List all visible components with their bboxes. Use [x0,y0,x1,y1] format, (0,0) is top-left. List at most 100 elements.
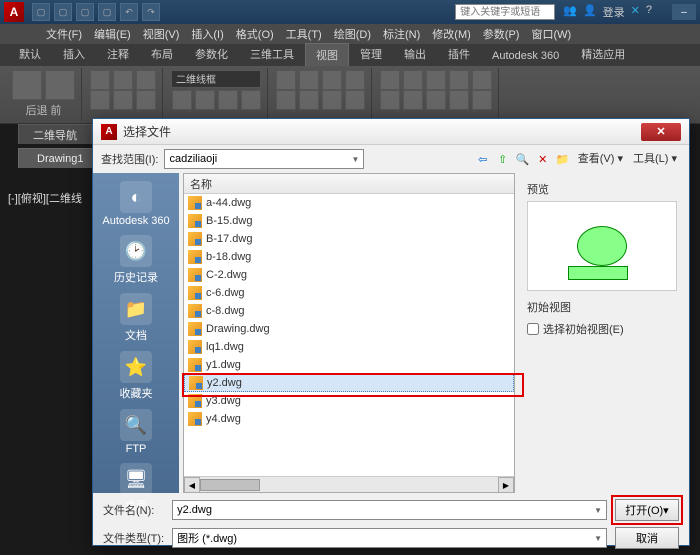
menu-window[interactable]: 窗口(W) [525,26,577,42]
menu-file[interactable]: 文件(F) [40,26,88,42]
file-row[interactable]: y4.dwg [184,410,514,428]
tab-3dtools[interactable]: 三维工具 [239,42,305,66]
file-row[interactable]: lq1.dwg [184,338,514,356]
view-icon[interactable] [136,90,156,110]
file-row[interactable]: Drawing.dwg [184,320,514,338]
vp-icon[interactable] [345,70,365,90]
print-icon[interactable]: ▢ [98,3,116,21]
pal-icon[interactable] [403,70,423,90]
newfolder-icon[interactable]: 📁 [554,150,572,168]
file-row[interactable]: B-17.dwg [184,230,514,248]
scroll-left-icon[interactable]: ◀ [184,477,200,493]
filename-input[interactable]: y2.dwg [172,500,607,520]
menu-draw[interactable]: 绘图(D) [328,26,377,42]
vp-icon[interactable] [322,90,342,110]
tab-output[interactable]: 输出 [393,42,437,66]
cancel-button[interactable]: 取消 [615,527,679,549]
tab-plugins[interactable]: 插件 [437,42,481,66]
pal-icon[interactable] [426,70,446,90]
view-menu[interactable]: 查看(V) ▾ [574,150,627,168]
open-icon[interactable]: ▢ [54,3,72,21]
login-label[interactable]: 登录 [603,4,625,20]
menu-tools[interactable]: 工具(T) [280,26,328,42]
view-icon[interactable] [113,70,133,90]
scroll-thumb[interactable] [200,479,260,491]
file-row[interactable]: B-15.dwg [184,212,514,230]
filetype-combo[interactable]: 图形 (*.dwg) [172,528,607,548]
open-button[interactable]: 打开(O) ▾ [615,499,679,521]
place-item[interactable]: 🕑历史记录 [114,235,158,285]
style-icon[interactable] [195,90,215,110]
vp-icon[interactable] [345,90,365,110]
user-icon[interactable]: 👤 [583,4,597,20]
document-tab[interactable]: Drawing1 [18,148,102,170]
app-logo[interactable]: A [4,2,24,22]
file-row[interactable]: C-2.dwg [184,266,514,284]
pal-icon[interactable] [472,90,492,110]
view-icon[interactable] [90,70,110,90]
tab-annotate[interactable]: 注释 [96,42,140,66]
vp-icon[interactable] [299,70,319,90]
exchange-icon[interactable]: ✕ [631,4,640,20]
tools-menu[interactable]: 工具(L) ▾ [629,150,681,168]
view-icon[interactable] [136,70,156,90]
close-button[interactable]: ✕ [641,123,681,141]
vp-icon[interactable] [276,70,296,90]
nav-back-icon[interactable] [12,70,42,100]
file-row[interactable]: a-44.dwg [184,194,514,212]
view-icon[interactable] [113,90,133,110]
select-initial-view-checkbox[interactable]: 选择初始视图(E) [527,321,681,337]
tab-a360[interactable]: Autodesk 360 [481,46,570,66]
checkbox[interactable] [527,323,539,335]
vp-icon[interactable] [322,70,342,90]
file-row[interactable]: c-8.dwg [184,302,514,320]
style-icon[interactable] [241,90,261,110]
file-row[interactable]: b-18.dwg [184,248,514,266]
dialog-titlebar[interactable]: A 选择文件 ✕ [93,119,689,145]
visual-style-combo[interactable]: 二维线框 [171,70,261,88]
pal-icon[interactable] [449,70,469,90]
style-icon[interactable] [218,90,238,110]
tab-view[interactable]: 视图 [305,43,349,66]
file-row[interactable]: y1.dwg [184,356,514,374]
search-input[interactable] [455,4,555,20]
delete-icon[interactable]: ✕ [534,150,552,168]
pal-icon[interactable] [380,90,400,110]
up-icon[interactable]: ⇧ [494,150,512,168]
tab-featured[interactable]: 精选应用 [570,42,636,66]
place-item[interactable]: ◐Autodesk 360 [102,181,169,227]
menu-edit[interactable]: 编辑(E) [88,26,137,42]
view-icon[interactable] [90,90,110,110]
pal-icon[interactable] [403,90,423,110]
menu-param[interactable]: 参数(P) [477,26,526,42]
new-icon[interactable]: ▢ [32,3,50,21]
tab-layout[interactable]: 布局 [140,42,184,66]
search-icon[interactable]: 🔍 [514,150,532,168]
vp-icon[interactable] [299,90,319,110]
section-tab[interactable]: 二维导航 [18,124,92,144]
place-item[interactable]: 🔍FTP [120,409,152,455]
file-row[interactable]: y3.dwg [184,392,514,410]
menu-format[interactable]: 格式(O) [230,26,280,42]
tab-insert[interactable]: 插入 [52,42,96,66]
minimize-button[interactable]: – [672,4,696,20]
save-icon[interactable]: ▢ [76,3,94,21]
hscroll[interactable]: ◀ ▶ [184,476,514,492]
pal-icon[interactable] [426,90,446,110]
tab-parametric[interactable]: 参数化 [184,42,239,66]
style-icon[interactable] [172,90,192,110]
nav-fwd-icon[interactable] [45,70,75,100]
place-item[interactable]: ⭐收藏夹 [120,351,153,401]
place-item[interactable]: 📁文档 [120,293,152,343]
menu-view[interactable]: 视图(V) [137,26,186,42]
help-icon[interactable]: ? [646,4,652,20]
file-row[interactable]: y2.dwg [184,374,514,392]
lookin-combo[interactable]: cadziliaoji [164,149,364,169]
menu-dim[interactable]: 标注(N) [377,26,426,42]
menu-insert[interactable]: 插入(I) [185,26,229,42]
pal-icon[interactable] [449,90,469,110]
menu-modify[interactable]: 修改(M) [426,26,477,42]
vp-icon[interactable] [276,90,296,110]
tab-default[interactable]: 默认 [8,42,52,66]
file-row[interactable]: c-6.dwg [184,284,514,302]
